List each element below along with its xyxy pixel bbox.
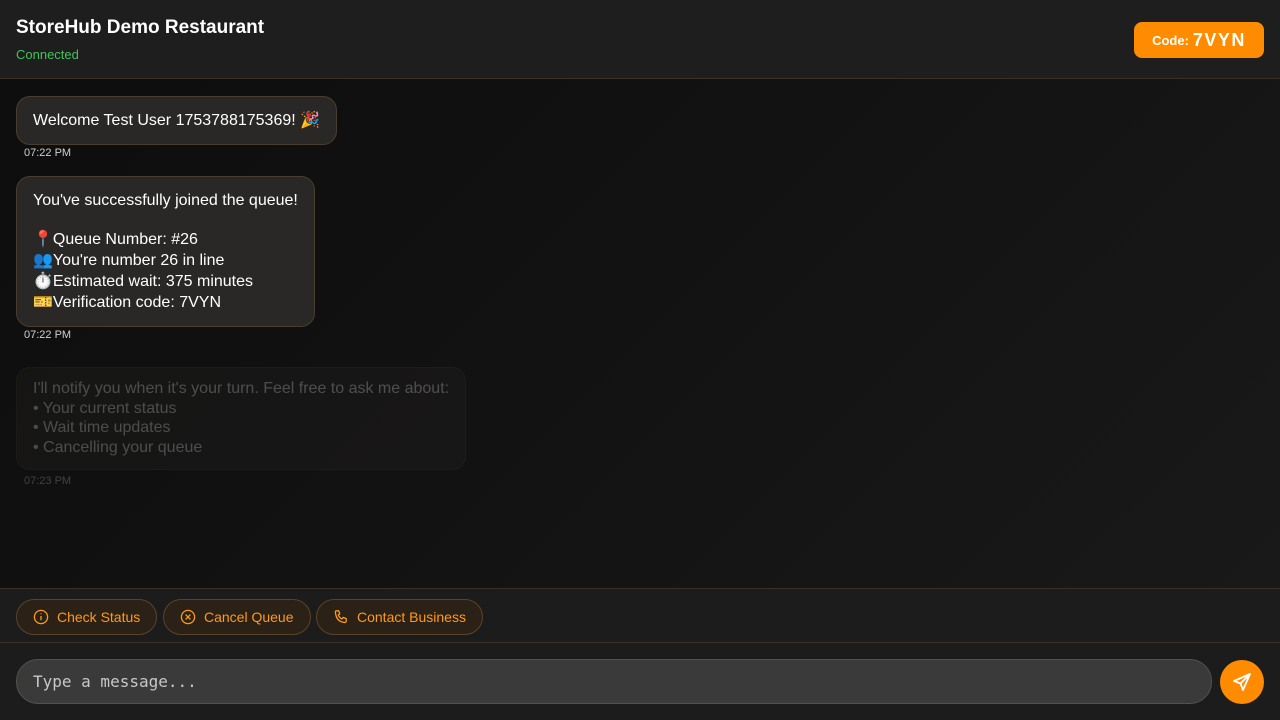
estimated-wait-line: ⏱️Estimated wait: 375 minutes: [33, 273, 254, 290]
check-status-label: Check Status: [57, 609, 141, 625]
cancel-queue-button[interactable]: Cancel Queue: [163, 599, 311, 635]
composer-bar: [0, 643, 1280, 720]
send-button[interactable]: [1220, 660, 1264, 704]
verification-code-line: 🎫Verification code: 7VYN: [33, 294, 222, 311]
chat-header: StoreHub Demo Restaurant Connected Code:…: [0, 0, 1280, 79]
message-list[interactable]: Welcome Test User 1753788175369! 🎉 07:22…: [0, 80, 1280, 588]
help-intro-line: I'll notify you when it's your turn. Fee…: [33, 380, 450, 397]
message-input[interactable]: [16, 659, 1212, 704]
message-timestamp: 07:22 PM: [24, 147, 72, 159]
code-label: Code:: [1152, 32, 1189, 48]
message-intro: You've successfully joined the queue!: [33, 192, 298, 209]
contact-business-button[interactable]: Contact Business: [316, 599, 483, 635]
code-value: 7VYN: [1192, 29, 1246, 50]
message-bubble-help: I'll notify you when it's your turn. Fee…: [16, 367, 467, 470]
cancel-queue-label: Cancel Queue: [204, 609, 294, 625]
verification-code-badge: Code: 7VYN: [1134, 22, 1264, 58]
message-timestamp: 07:22 PM: [24, 329, 72, 341]
restaurant-title: StoreHub Demo Restaurant: [16, 17, 265, 38]
message-text: Welcome Test User 1753788175369! 🎉: [33, 112, 321, 129]
queue-position-line: 👥You're number 26 in line: [33, 252, 225, 269]
help-item-status: • Your current status: [33, 399, 177, 417]
queue-number-line: 📍Queue Number: #26: [33, 231, 198, 248]
cancel-circle-icon: [180, 609, 196, 625]
quick-actions-bar: Check Status Cancel Queue Contact Busine…: [0, 588, 1280, 643]
contact-business-label: Contact Business: [357, 609, 466, 625]
phone-icon: [334, 610, 347, 624]
message-bubble-queue-joined: You've successfully joined the queue! 📍Q…: [16, 176, 315, 327]
help-item-cancel: • Cancelling your queue: [33, 438, 203, 456]
help-item-wait: • Wait time updates: [33, 419, 171, 436]
connection-status: Connected: [16, 47, 79, 62]
send-icon: [1233, 673, 1251, 691]
check-status-button[interactable]: Check Status: [16, 599, 158, 635]
message-timestamp: 07:23 PM: [24, 475, 72, 487]
info-icon: [33, 609, 49, 625]
message-bubble-welcome: Welcome Test User 1753788175369! 🎉: [16, 96, 338, 145]
